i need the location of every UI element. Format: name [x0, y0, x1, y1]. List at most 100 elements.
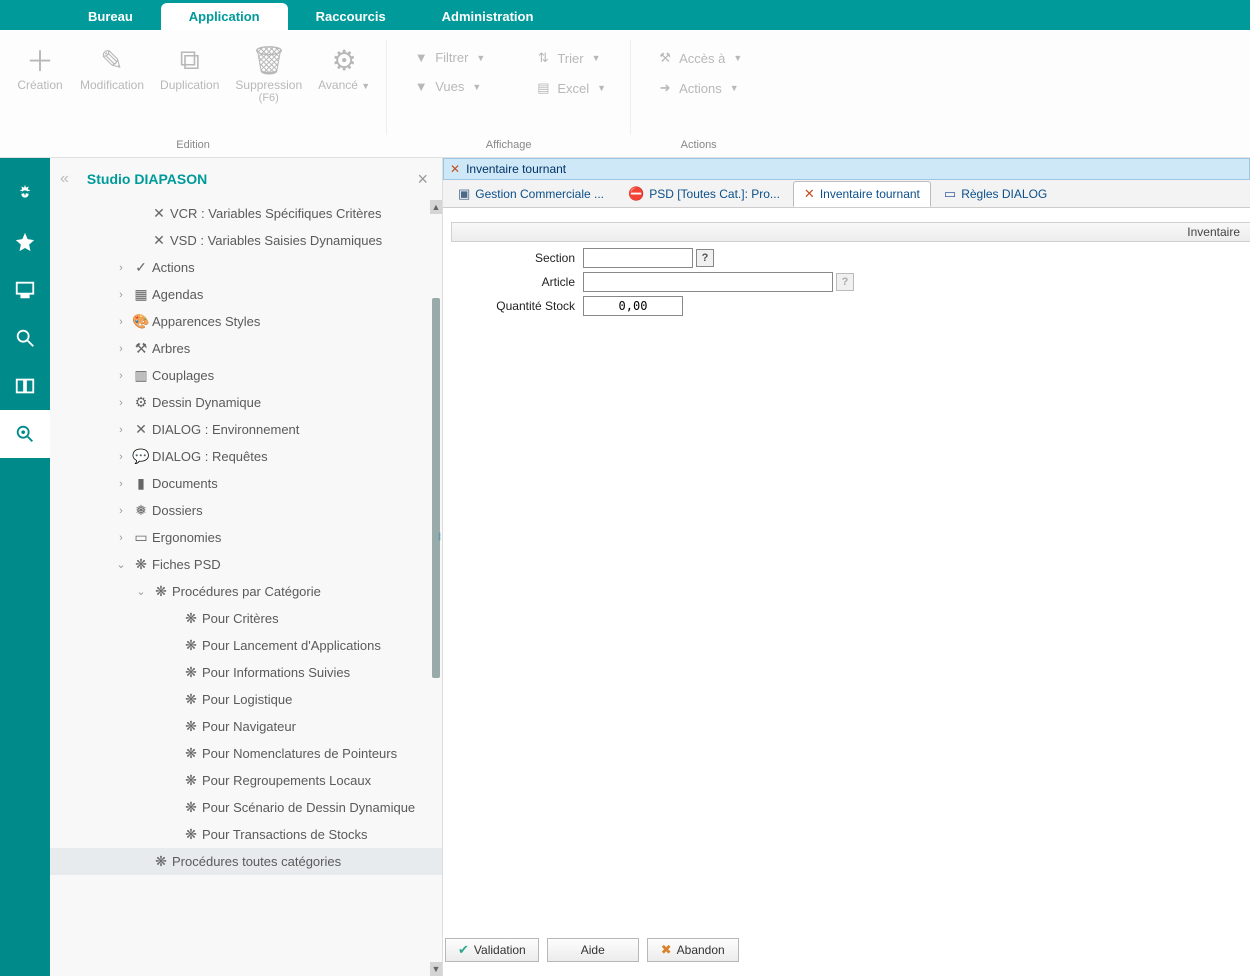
scroll-down-button[interactable]: ▼	[430, 962, 442, 976]
chevron-down-icon: ▼	[733, 53, 742, 63]
aide-button[interactable]: Aide	[547, 938, 639, 962]
gear-cluster-icon: ❋	[180, 718, 202, 735]
monitor-icon	[14, 279, 36, 301]
vues-button[interactable]: ▼Vues▼	[405, 77, 493, 96]
tree-item-pour-criteres[interactable]: ❋Pour Critères	[50, 605, 442, 632]
abandon-button[interactable]: ✖Abandon	[647, 938, 739, 962]
menu-tab-raccourcis[interactable]: Raccourcis	[288, 3, 414, 30]
form-button-bar: ✔Validation Aide ✖Abandon	[445, 938, 739, 962]
excel-button[interactable]: ▤Excel▼	[527, 78, 614, 98]
rail-locate-button[interactable]	[0, 410, 50, 458]
section-label: Section	[463, 251, 583, 265]
gear-cluster-icon: ❋	[130, 556, 152, 573]
splitter-handle[interactable]: ••••	[436, 518, 443, 558]
tree-item-pour-scenario[interactable]: ❋Pour Scénario de Dessin Dynamique	[50, 794, 442, 821]
tree-item-apparences[interactable]: ›🎨Apparences Styles	[50, 308, 442, 335]
tree-item-pour-navigateur[interactable]: ❋Pour Navigateur	[50, 713, 442, 740]
rail-star-button[interactable]	[0, 218, 50, 266]
scrollbar-thumb[interactable]	[432, 298, 440, 678]
tree-item-pour-logistique[interactable]: ❋Pour Logistique	[50, 686, 442, 713]
tools-icon: ✕	[450, 162, 460, 176]
modification-button[interactable]: ✎ Modification	[72, 34, 152, 106]
plus-icon: ＋	[26, 42, 54, 78]
tree-item-pour-regroupements[interactable]: ❋Pour Regroupements Locaux	[50, 767, 442, 794]
filter-icon: ▼	[413, 50, 429, 65]
chevron-down-icon: ▼	[597, 83, 606, 93]
tree-item-dialog-req[interactable]: ›💬DIALOG : Requêtes	[50, 443, 442, 470]
tree-scrollbar[interactable]	[432, 298, 442, 962]
actions-button[interactable]: ➜Actions▼	[649, 78, 750, 98]
columns-icon	[14, 375, 36, 397]
tree-item-vcr[interactable]: ✕VCR : Variables Spécifiques Critères	[50, 200, 442, 227]
chevron-down-icon: ⌄	[132, 585, 150, 598]
tree-item-documents[interactable]: ›▮Documents	[50, 470, 442, 497]
gear-icon: ⚙	[130, 394, 152, 411]
tree-item-ergonomies[interactable]: ›▭Ergonomies	[50, 524, 442, 551]
suppression-button[interactable]: 🗑 Suppression (F6)	[227, 34, 310, 106]
chevron-right-icon: ›	[112, 343, 130, 355]
tree-item-arbres[interactable]: ›⚒Arbres	[50, 335, 442, 362]
rail-wheel-button[interactable]	[0, 170, 50, 218]
trash-icon: 🗑	[251, 42, 287, 78]
tree-item-agendas[interactable]: ›▦Agendas	[50, 281, 442, 308]
tree-item-proc-cat[interactable]: ⌄❋Procédures par Catégorie	[50, 578, 442, 605]
tree-title: Studio DIAPASON	[87, 171, 414, 187]
tree-item-actions[interactable]: ›✓Actions	[50, 254, 442, 281]
quantite-input[interactable]	[583, 296, 683, 316]
avance-button[interactable]: ⚙ Avancé ▼	[310, 34, 378, 106]
document-icon: ▮	[130, 475, 152, 492]
rail-monitor-button[interactable]	[0, 266, 50, 314]
section-help-button[interactable]: ?	[696, 249, 714, 267]
form-area: Inventaire Section ? Article ? Quantité …	[443, 208, 1250, 976]
article-input[interactable]	[583, 272, 833, 292]
tree-item-pour-transactions[interactable]: ❋Pour Transactions de Stocks	[50, 821, 442, 848]
tree-item-dialog-env[interactable]: ›✕DIALOG : Environnement	[50, 416, 442, 443]
creation-button[interactable]: ＋ Création	[8, 34, 72, 106]
trier-button[interactable]: ⇅Trier▼	[527, 48, 614, 68]
chevron-right-icon: ›	[112, 316, 130, 328]
menu-tab-bureau[interactable]: Bureau	[60, 3, 161, 30]
tree-item-pour-nomenclatures[interactable]: ❋Pour Nomenclatures de Pointeurs	[50, 740, 442, 767]
rail-panels-button[interactable]	[0, 362, 50, 410]
doc-tab-psd[interactable]: ⛔PSD [Toutes Cat.]: Pro...	[617, 181, 791, 207]
rail-search-button[interactable]	[0, 314, 50, 362]
chevron-right-icon: ›	[112, 532, 130, 544]
chevron-right-icon: ›	[112, 451, 130, 463]
tree-item-couplages[interactable]: ›▥Couplages	[50, 362, 442, 389]
document-tabs: ▣Gestion Commerciale ... ⛔PSD [Toutes Ca…	[443, 180, 1250, 208]
chevron-down-icon: ▼	[592, 53, 601, 63]
filtrer-button[interactable]: ▼Filtrer▼	[405, 48, 493, 67]
tree-item-pour-infos[interactable]: ❋Pour Informations Suivies	[50, 659, 442, 686]
collapse-button[interactable]: «	[60, 170, 69, 188]
close-tree-button[interactable]: ×	[413, 169, 432, 190]
tree-item-dessin[interactable]: ›⚙Dessin Dynamique	[50, 389, 442, 416]
tools-icon: ✕	[804, 186, 815, 202]
tree-item-fiches-psd[interactable]: ⌄❋Fiches PSD	[50, 551, 442, 578]
section-input[interactable]	[583, 248, 693, 268]
chevron-down-icon: ▼	[472, 82, 481, 92]
gear-cluster-icon: ❋	[180, 826, 202, 843]
menu-tab-administration[interactable]: Administration	[414, 3, 562, 30]
chevron-right-icon: ›	[112, 478, 130, 490]
gear-cluster-icon: ❋	[180, 745, 202, 762]
doc-tab-regles[interactable]: ▭Règles DIALOG	[933, 181, 1058, 207]
chevron-down-icon: ▼	[476, 53, 485, 63]
validation-button[interactable]: ✔Validation	[445, 938, 539, 962]
gear-cluster-icon: ❋	[150, 853, 172, 870]
tree-item-proc-toutes[interactable]: ❋Procédures toutes catégories	[50, 848, 442, 875]
acces-button[interactable]: ⚒Accès à▼	[649, 48, 750, 68]
article-help-button[interactable]: ?	[836, 273, 854, 291]
tree-item-vsd[interactable]: ✕VSD : Variables Saisies Dynamiques	[50, 227, 442, 254]
doc-tab-gestion[interactable]: ▣Gestion Commerciale ...	[447, 181, 615, 207]
duplication-button[interactable]: ⧉ Duplication	[152, 34, 227, 106]
ribbon: ＋ Création ✎ Modification ⧉ Duplication …	[0, 30, 1250, 158]
calendar-icon: ▦	[130, 286, 152, 303]
tree-item-dossiers[interactable]: ›❅Dossiers	[50, 497, 442, 524]
menu-tab-application[interactable]: Application	[161, 3, 288, 30]
search-map-icon	[14, 423, 36, 445]
sidebar-rail	[0, 158, 50, 976]
doc-tab-inventaire[interactable]: ✕Inventaire tournant	[793, 181, 931, 207]
box-icon: ▣	[458, 186, 470, 202]
tree-item-pour-lancement[interactable]: ❋Pour Lancement d'Applications	[50, 632, 442, 659]
check-icon: ✓	[130, 259, 152, 276]
